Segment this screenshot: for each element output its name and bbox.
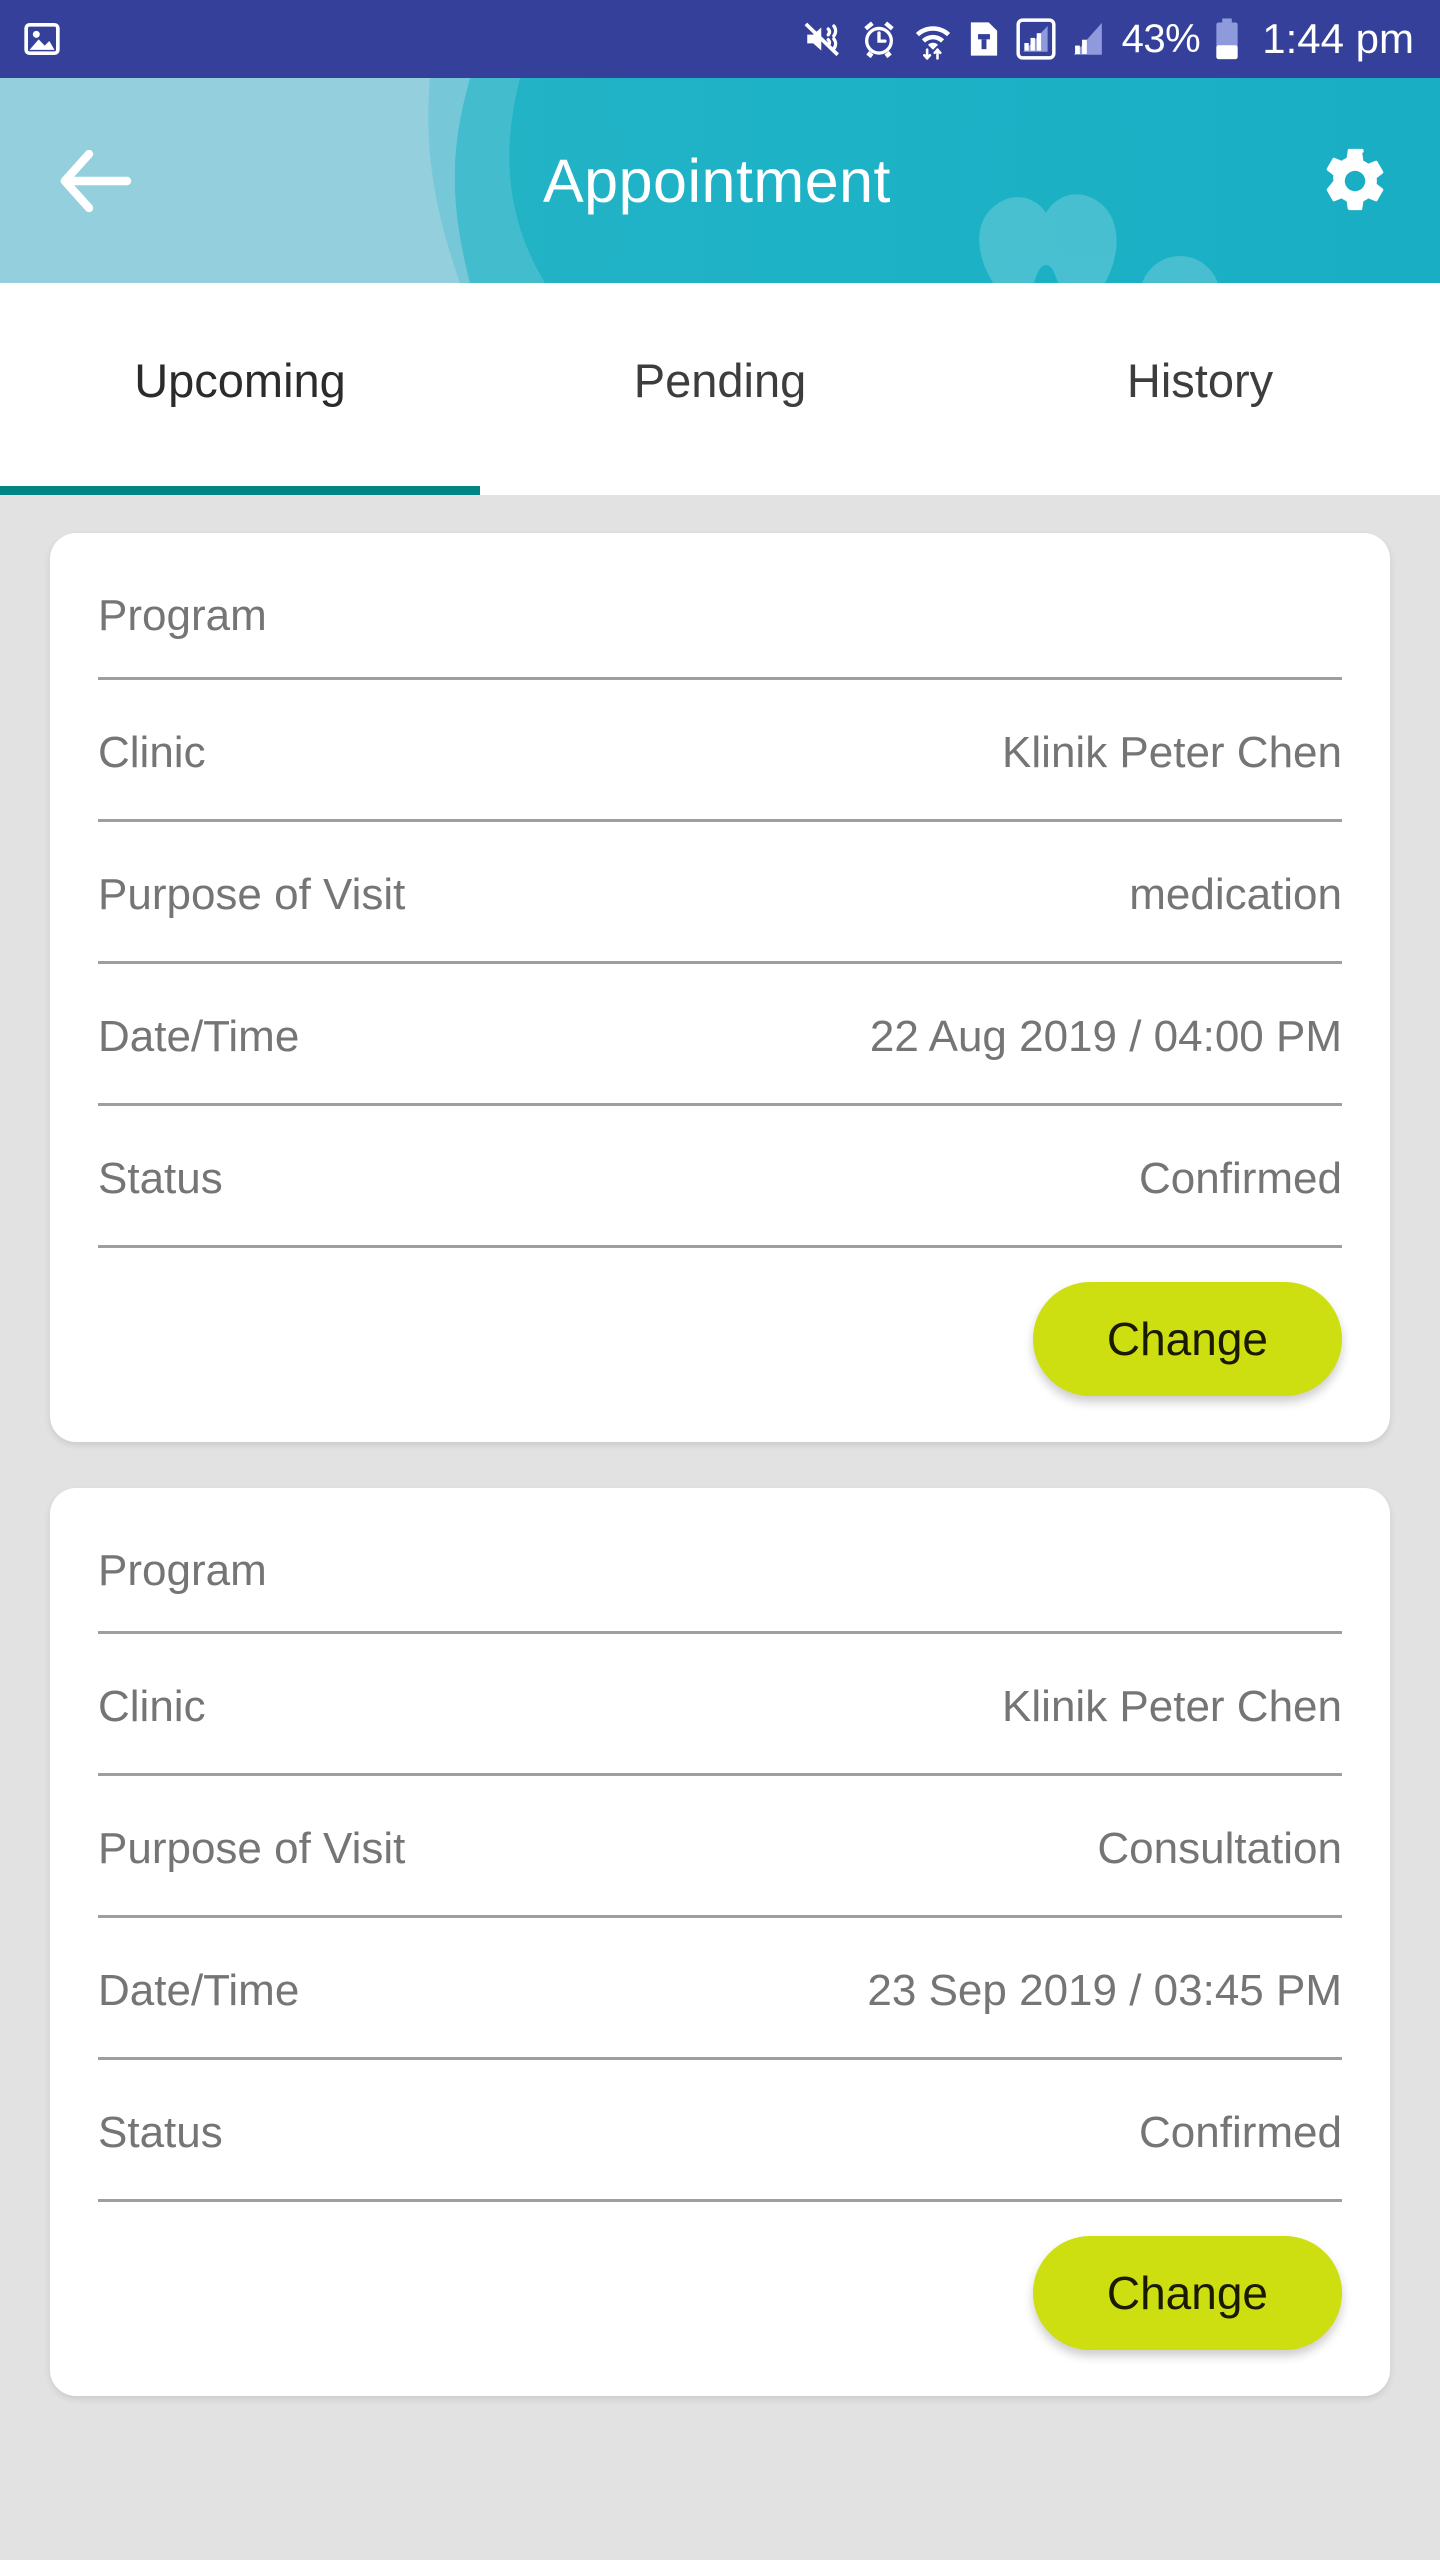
- table-row: Purpose of Visit Consultation: [98, 1776, 1342, 1919]
- signal-bars-2-icon: [1073, 22, 1102, 55]
- status-badge: Confirmed: [1139, 2108, 1342, 2158]
- image-icon: [24, 23, 60, 55]
- battery-percent-label: 43%: [1121, 16, 1201, 61]
- card-actions: Change: [98, 1248, 1342, 1442]
- page-title: Appointment: [543, 146, 891, 215]
- settings-button[interactable]: [1306, 139, 1390, 223]
- row-label: Purpose of Visit: [98, 1824, 406, 1874]
- row-value: Klinik Peter Chen: [1002, 1682, 1342, 1732]
- vibrate-mute-icon: [804, 22, 839, 57]
- status-bar-right-icons: 43% 1:44 pm: [802, 15, 1414, 63]
- app-header: Appointment: [0, 78, 1440, 283]
- table-row: Purpose of Visit medication: [98, 822, 1342, 964]
- table-row: Program: [98, 1488, 1342, 1635]
- table-row: Status Confirmed: [98, 2060, 1342, 2203]
- table-row: Status Confirmed: [98, 1106, 1342, 1248]
- row-label: Clinic: [98, 1682, 206, 1732]
- row-value: 22 Aug 2019 / 04:00 PM: [869, 1011, 1342, 1061]
- table-row: Program: [98, 533, 1342, 680]
- back-button[interactable]: [58, 141, 138, 221]
- alarm-icon: [863, 21, 894, 59]
- row-label: Status: [98, 1153, 223, 1203]
- status-badge: Confirmed: [1139, 1153, 1342, 1203]
- row-value: medication: [1129, 869, 1342, 919]
- table-row: Clinic Klinik Peter Chen: [98, 1634, 1342, 1777]
- status-bar-left-icons: [22, 19, 62, 59]
- card-actions: Change: [98, 2202, 1342, 2396]
- wifi-icon: [915, 26, 950, 60]
- row-label: Status: [98, 2108, 223, 2158]
- row-value: Klinik Peter Chen: [1002, 727, 1342, 777]
- active-tab-indicator: [0, 486, 480, 495]
- row-label: Program: [98, 591, 267, 640]
- change-button[interactable]: Change: [1032, 1281, 1342, 1396]
- status-bar: 43% 1:44 pm: [0, 0, 1440, 78]
- tab-pending[interactable]: Pending: [480, 283, 960, 495]
- tab-upcoming[interactable]: Upcoming: [0, 283, 480, 495]
- row-value: Consultation: [1097, 1824, 1342, 1874]
- table-row: Date/Time 22 Aug 2019 / 04:00 PM: [98, 964, 1342, 1106]
- row-label: Date/Time: [98, 1966, 300, 2016]
- tab-pending-label: Pending: [633, 353, 807, 407]
- tab-upcoming-label: Upcoming: [134, 353, 346, 407]
- row-value: 23 Sep 2019 / 03:45 PM: [867, 1966, 1342, 2016]
- table-row: Clinic Klinik Peter Chen: [98, 680, 1342, 822]
- tab-history[interactable]: History: [960, 283, 1440, 495]
- appointment-list: Program Clinic Klinik Peter Chen Purpose…: [0, 495, 1440, 2560]
- appointment-card: Program Clinic Klinik Peter Chen Purpose…: [50, 533, 1390, 1442]
- row-label: Clinic: [98, 727, 206, 777]
- table-row: Date/Time 23 Sep 2019 / 03:45 PM: [98, 1918, 1342, 2061]
- clock-label: 1:44 pm: [1262, 15, 1414, 62]
- signal-bars-1-icon: [1016, 18, 1056, 60]
- tab-history-label: History: [1126, 353, 1274, 407]
- sim-card-icon: [970, 22, 997, 56]
- appointment-card: Program Clinic Klinik Peter Chen Purpose…: [50, 1487, 1390, 2397]
- change-button[interactable]: Change: [1032, 2236, 1342, 2351]
- row-label: Purpose of Visit: [98, 869, 406, 919]
- row-label: Date/Time: [98, 1011, 300, 1061]
- tab-bar[interactable]: Upcoming Pending History: [0, 283, 1440, 495]
- gear-icon: [1326, 148, 1384, 210]
- back-arrow-icon: [60, 149, 132, 212]
- row-label: Program: [98, 1545, 267, 1595]
- battery-icon: [1216, 18, 1238, 60]
